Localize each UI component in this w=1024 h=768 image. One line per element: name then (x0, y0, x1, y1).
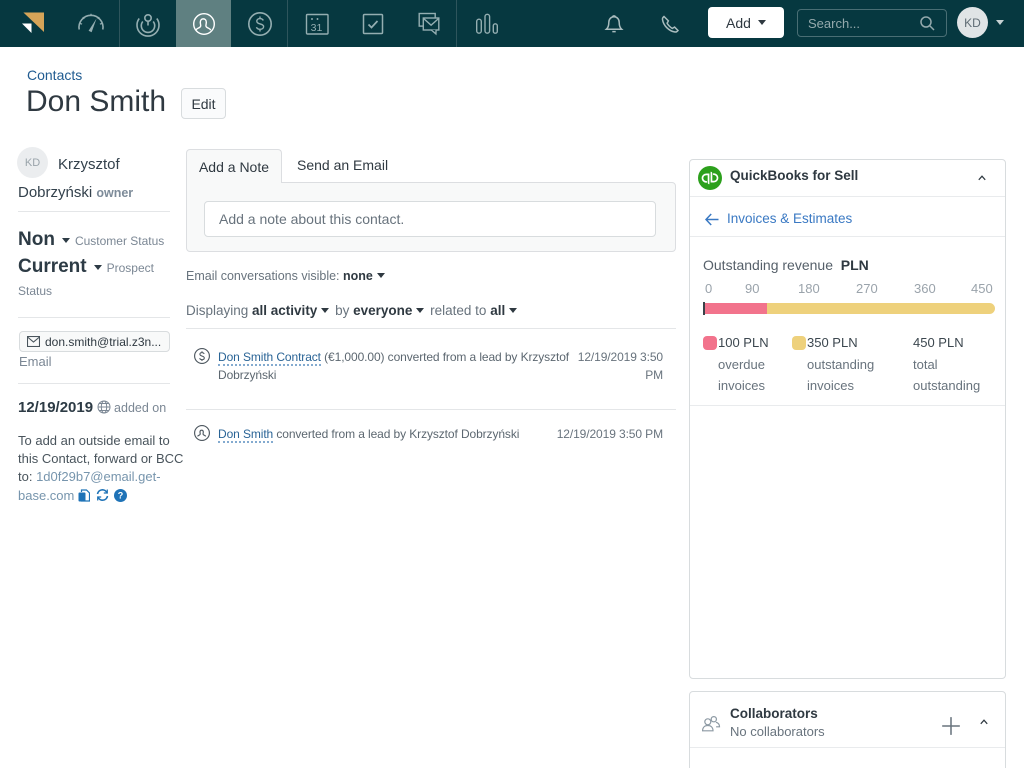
svg-text:?: ? (118, 490, 124, 500)
svg-text:31: 31 (311, 21, 323, 33)
